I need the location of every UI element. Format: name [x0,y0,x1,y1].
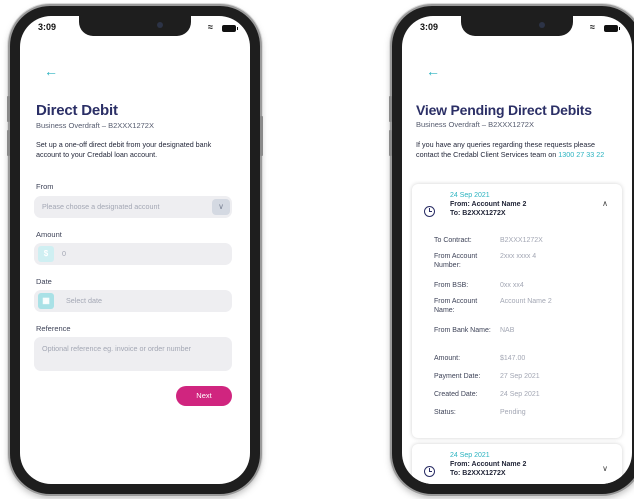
card-from: From: Account Name 2 [450,461,527,468]
card-to: To: B2XXX1272X [450,210,506,217]
back-arrow-icon[interactable]: ← [426,64,440,78]
page-title: View Pending Direct Debits [416,102,592,118]
contact-text: If you have any queries regarding these … [416,140,620,159]
reference-input[interactable]: Optional reference eg. invoice or order … [34,337,232,371]
status-bar: 3:09 ≈ [38,22,238,36]
date-placeholder: Select date [66,296,102,305]
date-label: Date [36,277,52,286]
card-date: 24 Sep 2021 [450,192,490,199]
phone-frame-pending: 3:09 ≈ ← View Pending Direct Debits Busi… [389,6,634,494]
contact-phone-link[interactable]: 1300 27 33 22 [558,150,604,159]
detail-key: From Account Name: [434,298,478,314]
detail-value: 0xx xx4 [500,282,524,289]
from-account-placeholder: Please choose a designated account [42,202,160,211]
status-time: 3:09 [420,22,439,32]
status-icons: ≈ [206,22,238,33]
dollar-icon: $ [38,246,54,262]
card-from: From: Account Name 2 [450,201,527,208]
detail-value: Account Name 2 [500,298,552,305]
from-account-select[interactable]: Please choose a designated account ∨ [34,196,232,218]
chevron-down-icon[interactable]: ∨ [212,199,230,215]
calendar-icon: ▦ [38,293,54,309]
pending-debit-card[interactable]: 24 Sep 2021 From: Account Name 2 To: B2X… [412,184,622,438]
wifi-icon: ≈ [590,22,595,32]
clock-icon [424,206,435,217]
volume-up-button [7,96,10,122]
detail-key: From BSB: [434,282,469,289]
back-arrow-icon[interactable]: ← [44,64,58,78]
amount-input[interactable]: $ 0 [34,243,232,265]
detail-key: From Bank Name: [434,327,491,334]
page-subtitle: Business Overdraft – B2XXX1272X [416,120,534,129]
volume-down-button [389,130,392,156]
date-picker[interactable]: ▦ Select date [34,290,232,312]
detail-key: From Account Number: [434,253,478,269]
detail-value: $147.00 [500,355,526,362]
chevron-up-icon[interactable]: ∧ [602,199,608,208]
amount-value: 0 [62,249,66,258]
detail-value: B2XXX1272X [500,237,543,244]
detail-key: To Contract: [434,237,472,244]
volume-up-button [389,96,392,122]
amount-label: Amount [36,230,62,239]
reference-placeholder: Optional reference eg. invoice or order … [42,344,192,353]
battery-icon [604,25,620,32]
battery-icon [222,25,238,32]
card-to: To: B2XXX1272X [450,470,506,477]
next-button[interactable]: Next [176,386,232,406]
pending-debit-card[interactable]: 24 Sep 2021 From: Account Name 2 To: B2X… [412,444,622,484]
detail-key: Created Date: [434,391,478,398]
detail-value: 2xxx xxxx 4 [500,253,537,260]
detail-value: Pending [500,409,526,416]
intro-text: Set up a one-off direct debit from your … [36,140,212,159]
page-subtitle: Business Overdraft – B2XXX1272X [36,121,154,130]
phone-frame-direct-debit: 3:09 ≈ ← Direct Debit Business Overdraft… [7,6,263,494]
chevron-down-icon[interactable]: ∨ [602,464,608,473]
status-time: 3:09 [38,22,57,32]
detail-value: 27 Sep 2021 [500,373,540,380]
from-label: From [36,182,54,191]
power-button [260,116,263,156]
card-date: 24 Sep 2021 [450,452,490,459]
clock-icon [424,466,435,477]
volume-down-button [7,130,10,156]
direct-debit-screen: 3:09 ≈ ← Direct Debit Business Overdraft… [20,16,250,484]
status-icons: ≈ [588,22,620,33]
detail-key: Amount: [434,355,461,362]
wifi-icon: ≈ [208,22,213,32]
detail-value: NAB [500,327,515,334]
reference-label: Reference [36,324,71,333]
pending-screen: 3:09 ≈ ← View Pending Direct Debits Busi… [402,16,632,484]
detail-key: Payment Date: [434,373,481,380]
detail-value: 24 Sep 2021 [500,391,540,398]
status-bar: 3:09 ≈ [420,22,620,36]
page-title: Direct Debit [36,102,118,119]
detail-key: Status: [434,409,456,416]
